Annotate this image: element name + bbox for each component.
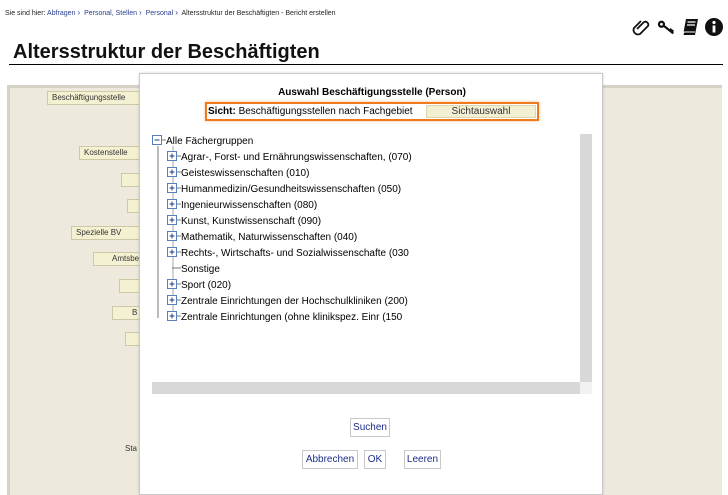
- cancel-button[interactable]: Abbrechen: [302, 450, 358, 469]
- tree-node-label[interactable]: Sport (020): [181, 279, 231, 293]
- book-icon[interactable]: [680, 16, 700, 38]
- tree-node-child: Kunst, Kunstwissenschaft (090): [167, 214, 321, 230]
- title-divider: [9, 64, 723, 65]
- tree-node-child: Humanmedizin/Gesundheitswissenschaften (…: [167, 182, 401, 198]
- expand-icon[interactable]: [167, 246, 181, 263]
- vertical-scrollbar[interactable]: [580, 134, 592, 382]
- tree-node-label[interactable]: Kunst, Kunstwissenschaft (090): [181, 215, 321, 229]
- sichtauswahl-button[interactable]: Sichtauswahl: [426, 105, 536, 118]
- tree-node-child: Sport (020): [167, 278, 231, 294]
- horizontal-scrollbar[interactable]: [152, 382, 580, 394]
- sicht-selector: Sicht: Beschäftigungsstellen nach Fachge…: [205, 102, 539, 121]
- expand-icon[interactable]: [167, 230, 181, 247]
- tree-node-label[interactable]: Geisteswissenschaften (010): [181, 167, 309, 181]
- expand-icon[interactable]: [167, 278, 181, 295]
- leaf-connector-icon: [167, 262, 181, 279]
- scrollbar-corner: [580, 382, 592, 394]
- clear-button[interactable]: Leeren: [404, 450, 441, 469]
- page-title: Altersstruktur der Beschäftigten: [13, 41, 320, 63]
- tree-node-child: Zentrale Einrichtungen der Hochschulklin…: [167, 294, 408, 310]
- expand-icon[interactable]: [167, 166, 181, 183]
- tree-node-child: Mathematik, Naturwissenschaften (040): [167, 230, 357, 246]
- tree-node-label[interactable]: Mathematik, Naturwissenschaften (040): [181, 231, 357, 245]
- breadcrumb-current: Altersstruktur der Beschäftigten - Beric…: [181, 10, 336, 17]
- selection-dialog: Auswahl Beschäftigungsstelle (Person) Si…: [139, 73, 603, 495]
- tree-rows: Alle Fächergruppen Agrar-, Forst- und Er…: [152, 134, 580, 382]
- breadcrumb-link-personal-stellen[interactable]: Personal, Stellen: [84, 10, 137, 17]
- expand-icon[interactable]: [167, 310, 181, 327]
- expand-icon[interactable]: [167, 198, 181, 215]
- tree-node-child: Rechts-, Wirtschafts- und Sozialwissensc…: [167, 246, 409, 262]
- field-button-8[interactable]: B: [112, 306, 142, 320]
- tree-node-label[interactable]: Humanmedizin/Gesundheitswissenschaften (…: [181, 183, 401, 197]
- sicht-label: Sicht:: [208, 106, 236, 117]
- attachment-icon[interactable]: [632, 16, 652, 38]
- chevron-right-icon: ›: [139, 8, 142, 17]
- chevron-right-icon: ›: [77, 8, 81, 17]
- breadcrumb-prefix: Sie sind hier:: [5, 10, 46, 17]
- sicht-value: Beschäftigungsstellen nach Fachgebiet: [238, 106, 413, 117]
- breadcrumb-link-personal[interactable]: Personal: [146, 10, 174, 17]
- tree-view: Alle Fächergruppen Agrar-, Forst- und Er…: [152, 134, 592, 394]
- field-button-spezielle-bv[interactable]: Spezielle BV: [71, 226, 142, 240]
- tree-node-child: Ingenieurwissenschaften (080): [167, 198, 317, 214]
- dialog-title: Auswahl Beschäftigungsstelle (Person): [278, 87, 466, 98]
- tree-node-label[interactable]: Zentrale Einrichtungen der Hochschulklin…: [181, 295, 408, 309]
- expand-icon[interactable]: [167, 214, 181, 231]
- tree-node-label[interactable]: Ingenieurwissenschaften (080): [181, 199, 317, 213]
- tree-node-child: Agrar-, Forst- und Ernährungswissenschaf…: [167, 150, 412, 166]
- search-button[interactable]: Suchen: [350, 418, 390, 437]
- collapse-icon[interactable]: [152, 134, 166, 151]
- ok-button[interactable]: OK: [364, 450, 386, 469]
- expand-icon[interactable]: [167, 150, 181, 167]
- tree-node-child: Zentrale Einrichtungen (ohne klinikspez.…: [167, 310, 402, 326]
- tree-node-child: Geisteswissenschaften (010): [167, 166, 309, 182]
- keys-icon[interactable]: [656, 16, 676, 38]
- tree-node-label[interactable]: Rechts-, Wirtschafts- und Sozialwissensc…: [181, 247, 409, 261]
- tree-node-label[interactable]: Zentrale Einrichtungen (ohne klinikspez.…: [181, 311, 402, 325]
- tree-node-child: Sonstige: [167, 262, 220, 278]
- field-button-kostenstelle[interactable]: Kostenstelle: [79, 146, 142, 160]
- toolbar: [632, 16, 724, 38]
- field-button-beschaeftigungsstelle[interactable]: Beschäftigungsstelle: [47, 91, 142, 105]
- tree-node-label[interactable]: Alle Fächergruppen: [166, 135, 253, 149]
- field-button-amtsbez[interactable]: Amtsbez: [93, 252, 142, 266]
- field-label-sta: Sta: [125, 444, 138, 453]
- breadcrumb-link-abfragen[interactable]: Abfragen: [47, 10, 75, 17]
- tree-node-label[interactable]: Sonstige: [181, 263, 220, 277]
- expand-icon[interactable]: [167, 294, 181, 311]
- breadcrumb: Sie sind hier: Abfragen › Personal, Stell…: [5, 8, 336, 17]
- tree-node-root: Alle Fächergruppen: [152, 134, 253, 150]
- tree-node-label[interactable]: Agrar-, Forst- und Ernährungswissenschaf…: [181, 151, 412, 165]
- chevron-right-icon: ›: [175, 8, 178, 17]
- expand-icon[interactable]: [167, 182, 181, 199]
- info-icon[interactable]: [704, 16, 724, 38]
